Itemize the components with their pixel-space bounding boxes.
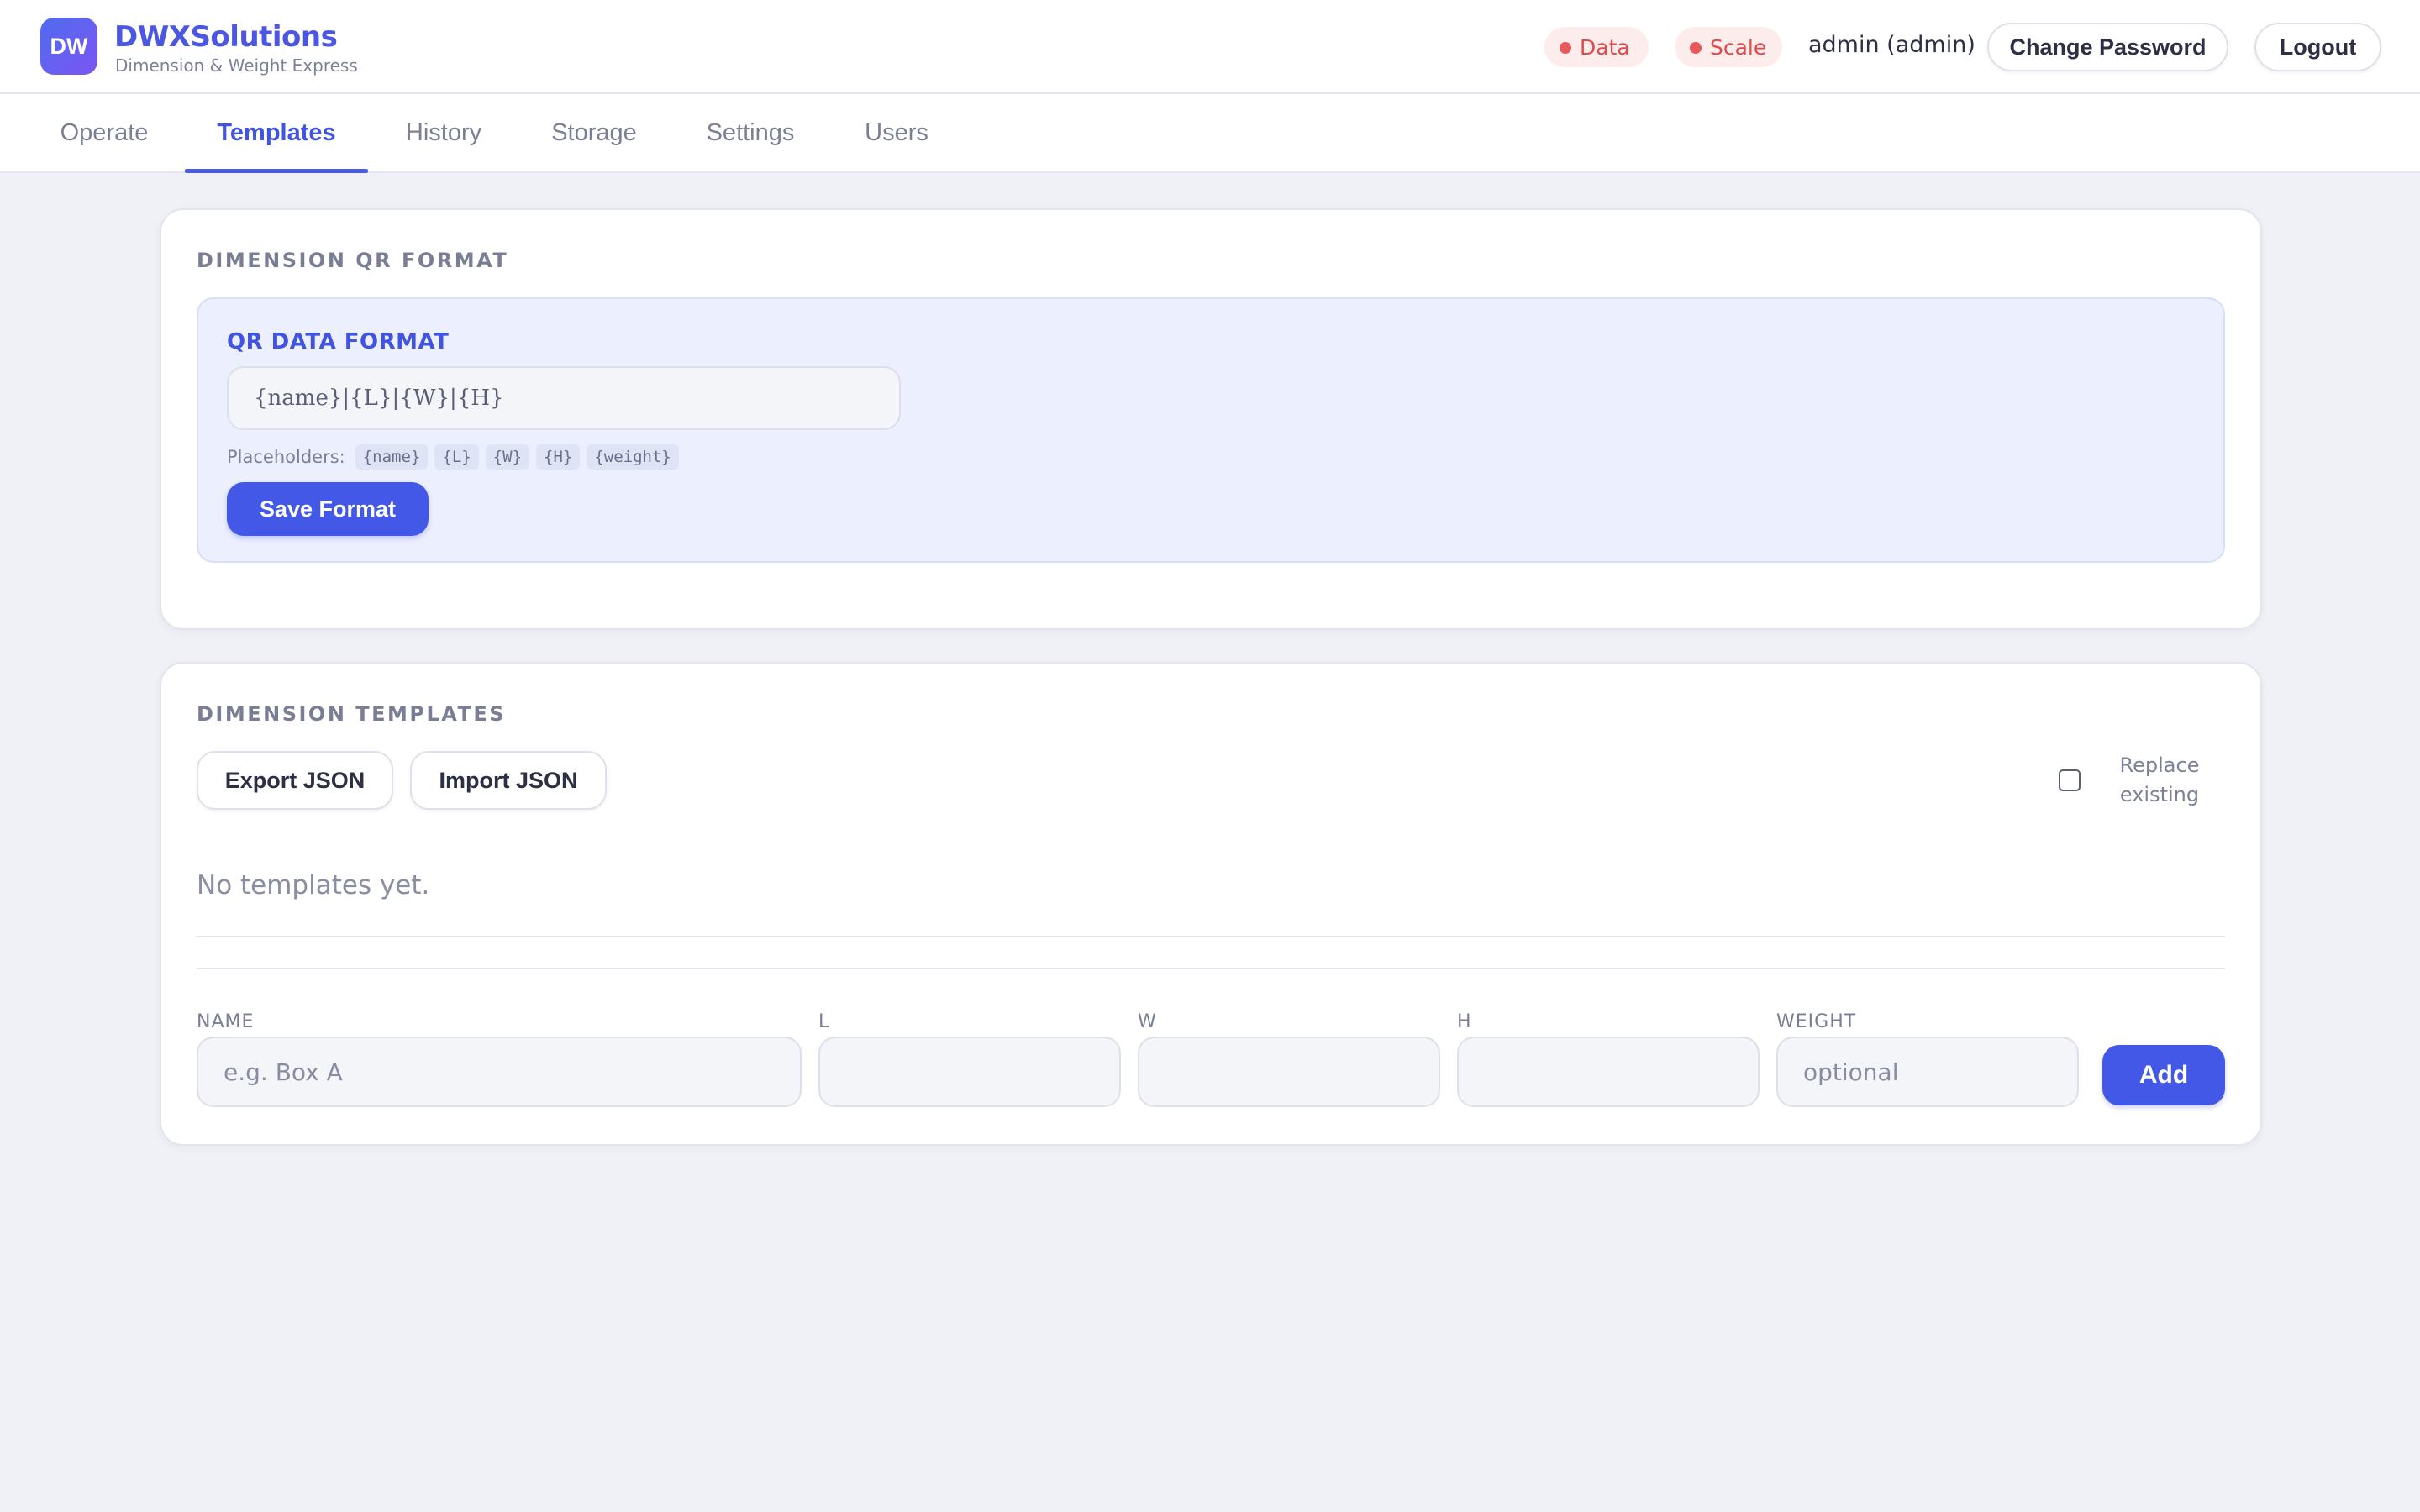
- qr-data-format-label: QR DATA FORMAT: [227, 329, 450, 354]
- placeholder-chip: {W}: [485, 444, 530, 470]
- divider: [197, 968, 2225, 969]
- placeholders-row: Placeholders: {name} {L} {W} {H} {weight…: [227, 444, 679, 470]
- brand-subtitle: Dimension & Weight Express: [115, 55, 358, 76]
- length-field-label: L: [818, 1011, 830, 1032]
- replace-existing-checkbox[interactable]: [2059, 769, 2081, 791]
- width-field-label: W: [1138, 1011, 1157, 1032]
- app-header: DW DWXSolutions Dimension & Weight Expre…: [0, 0, 2420, 94]
- placeholder-chip: {H}: [536, 444, 581, 470]
- add-template-button[interactable]: Add: [2102, 1045, 2225, 1105]
- logout-button[interactable]: Logout: [2254, 23, 2381, 71]
- length-input[interactable]: [818, 1037, 1121, 1107]
- width-input[interactable]: [1138, 1037, 1440, 1107]
- qr-format-section-title: DIMENSION QR FORMAT: [197, 249, 509, 272]
- divider: [197, 936, 2225, 937]
- import-json-button[interactable]: Import JSON: [410, 751, 607, 810]
- qr-format-panel: QR DATA FORMAT Placeholders: {name} {L} …: [197, 297, 2225, 563]
- save-format-button[interactable]: Save Format: [227, 482, 429, 536]
- export-json-button[interactable]: Export JSON: [197, 751, 393, 810]
- tab-templates[interactable]: Templates: [185, 94, 368, 173]
- qr-format-input[interactable]: [227, 366, 901, 430]
- tab-storage[interactable]: Storage: [521, 94, 667, 171]
- weight-field-label: WEIGHT: [1776, 1011, 1857, 1032]
- qr-format-card: DIMENSION QR FORMAT QR DATA FORMAT Place…: [160, 208, 2262, 630]
- placeholder-chip: {L}: [434, 444, 479, 470]
- tab-history[interactable]: History: [382, 94, 505, 171]
- data-status-label: Data: [1580, 34, 1630, 60]
- brand-name: DWXSolutions: [114, 20, 338, 54]
- replace-existing-label: Replace existing: [2119, 753, 2200, 806]
- empty-templates-message: No templates yet.: [197, 870, 430, 900]
- scale-status-label: Scale: [1710, 34, 1767, 60]
- scale-status-badge: Scale: [1675, 27, 1782, 67]
- status-dot-icon: [1690, 42, 1702, 54]
- status-dot-icon: [1560, 42, 1571, 54]
- placeholder-chip: {name}: [355, 444, 429, 470]
- tab-settings[interactable]: Settings: [681, 94, 820, 171]
- change-password-button[interactable]: Change Password: [1987, 23, 2228, 71]
- tab-users[interactable]: Users: [840, 94, 953, 171]
- tab-operate[interactable]: Operate: [34, 94, 175, 171]
- height-input[interactable]: [1457, 1037, 1760, 1107]
- name-field-label: NAME: [197, 1011, 255, 1032]
- main-tabs: Operate Templates History Storage Settin…: [0, 94, 2420, 173]
- data-status-badge: Data: [1544, 27, 1649, 67]
- weight-input[interactable]: [1776, 1037, 2079, 1107]
- template-name-input[interactable]: [197, 1037, 802, 1107]
- current-user-label: admin (admin): [1808, 32, 1975, 58]
- placeholders-label: Placeholders:: [227, 447, 345, 467]
- app-logo: DW: [40, 18, 97, 75]
- templates-section-title: DIMENSION TEMPLATES: [197, 702, 507, 726]
- placeholder-chip: {weight}: [587, 444, 679, 470]
- templates-card: DIMENSION TEMPLATES Export JSON Import J…: [160, 662, 2262, 1146]
- height-field-label: H: [1457, 1011, 1472, 1032]
